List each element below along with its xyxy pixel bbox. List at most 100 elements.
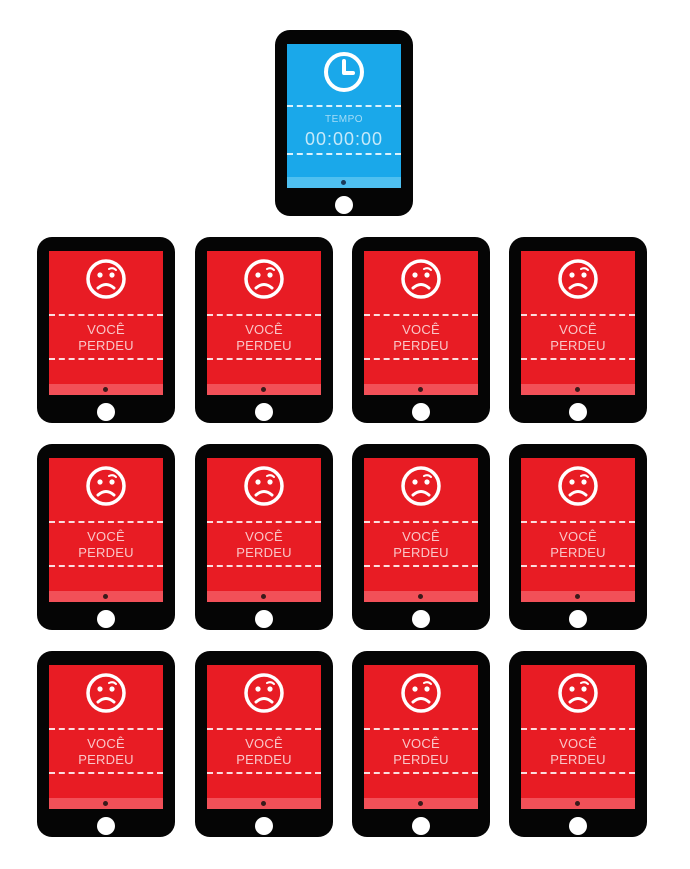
- sad-face-icon: [399, 257, 443, 301]
- sad-face-icon: [84, 257, 128, 301]
- lost-tablet: VOCÊ PERDEU: [37, 651, 175, 837]
- lost-tablet: VOCÊ PERDEU: [509, 651, 647, 837]
- home-button[interactable]: [255, 817, 273, 835]
- lost-tablet: VOCÊ PERDEU: [195, 444, 333, 630]
- divider: [49, 358, 163, 360]
- brand-logo: [102, 594, 108, 599]
- screen-footer: [49, 798, 163, 809]
- lost-screen: VOCÊ PERDEU: [207, 458, 321, 602]
- lost-line-1: VOCÊ: [245, 529, 283, 544]
- lost-line-2: PERDEU: [550, 545, 606, 560]
- brand-logo: [260, 801, 266, 806]
- sad-face-icon: [84, 671, 128, 715]
- home-button[interactable]: [97, 403, 115, 421]
- brand-logo: [102, 801, 108, 806]
- screen-footer: [364, 591, 478, 602]
- lost-tablet: VOCÊ PERDEU: [352, 444, 490, 630]
- lost-line-1: VOCÊ: [245, 322, 283, 337]
- sad-face-icon: [556, 257, 600, 301]
- home-button[interactable]: [335, 196, 353, 214]
- home-button[interactable]: [569, 817, 587, 835]
- lost-screen: VOCÊ PERDEU: [521, 458, 635, 602]
- divider: [287, 105, 401, 107]
- brand-logo: [417, 801, 423, 806]
- timer-value: 00:00:00: [304, 129, 384, 149]
- home-button[interactable]: [97, 610, 115, 628]
- home-button[interactable]: [412, 403, 430, 421]
- lost-tablet: VOCÊ PERDEU: [195, 651, 333, 837]
- lost-tablet: VOCÊ PERDEU: [352, 237, 490, 423]
- divider: [207, 358, 321, 360]
- divider: [49, 521, 163, 523]
- lost-line-1: VOCÊ: [87, 529, 125, 544]
- lost-tablet: VOCÊ PERDEU: [195, 237, 333, 423]
- lost-tablet: VOCÊ PERDEU: [37, 237, 175, 423]
- screen-footer: [207, 591, 321, 602]
- home-button[interactable]: [255, 610, 273, 628]
- home-button[interactable]: [255, 403, 273, 421]
- divider: [364, 521, 478, 523]
- divider: [521, 728, 635, 730]
- brand-logo: [574, 801, 580, 806]
- lost-line-2: PERDEU: [78, 545, 134, 560]
- lost-line-1: VOCÊ: [402, 529, 440, 544]
- screen-footer: [521, 591, 635, 602]
- sad-face-icon: [556, 671, 600, 715]
- lost-screen: VOCÊ PERDEU: [207, 251, 321, 395]
- screen-footer: [521, 798, 635, 809]
- divider: [207, 521, 321, 523]
- screen-footer: [207, 384, 321, 395]
- divider: [49, 728, 163, 730]
- lost-screen: VOCÊ PERDEU: [364, 458, 478, 602]
- divider: [49, 772, 163, 774]
- divider: [521, 772, 635, 774]
- lost-line-1: VOCÊ: [559, 322, 597, 337]
- lost-screen: VOCÊ PERDEU: [49, 665, 163, 809]
- divider: [521, 521, 635, 523]
- screen-footer: [364, 798, 478, 809]
- lost-screen: VOCÊ PERDEU: [49, 251, 163, 395]
- sad-face-icon: [556, 464, 600, 508]
- lost-line-1: VOCÊ: [87, 736, 125, 751]
- lost-screen: VOCÊ PERDEU: [207, 665, 321, 809]
- lost-line-1: VOCÊ: [87, 322, 125, 337]
- divider: [521, 314, 635, 316]
- brand-logo: [574, 594, 580, 599]
- divider: [364, 565, 478, 567]
- divider: [49, 314, 163, 316]
- lost-screen: VOCÊ PERDEU: [521, 665, 635, 809]
- lost-line-2: PERDEU: [550, 752, 606, 767]
- lost-line-1: VOCÊ: [402, 736, 440, 751]
- screen-footer: [49, 591, 163, 602]
- screen-footer: [49, 384, 163, 395]
- home-button[interactable]: [569, 610, 587, 628]
- divider: [207, 565, 321, 567]
- lost-line-1: VOCÊ: [245, 736, 283, 751]
- home-button[interactable]: [569, 403, 587, 421]
- lost-tablet: VOCÊ PERDEU: [352, 651, 490, 837]
- lost-line-2: PERDEU: [550, 338, 606, 353]
- lost-screen: VOCÊ PERDEU: [364, 251, 478, 395]
- lost-screen: VOCÊ PERDEU: [49, 458, 163, 602]
- lost-line-2: PERDEU: [78, 338, 134, 353]
- timer-screen: TEMPO 00:00:00: [287, 44, 401, 188]
- home-button[interactable]: [412, 817, 430, 835]
- home-button[interactable]: [412, 610, 430, 628]
- lost-line-2: PERDEU: [236, 545, 292, 560]
- divider: [521, 358, 635, 360]
- divider: [207, 728, 321, 730]
- timer-label: TEMPO: [324, 114, 364, 125]
- home-button[interactable]: [97, 817, 115, 835]
- lost-line-1: VOCÊ: [559, 736, 597, 751]
- brand-logo: [417, 594, 423, 599]
- sad-face-icon: [242, 464, 286, 508]
- divider: [364, 358, 478, 360]
- lost-tablet: VOCÊ PERDEU: [509, 444, 647, 630]
- lost-tablet: VOCÊ PERDEU: [37, 444, 175, 630]
- sad-face-icon: [242, 257, 286, 301]
- divider: [364, 772, 478, 774]
- screen-footer: [287, 177, 401, 188]
- screen-footer: [364, 384, 478, 395]
- divider: [49, 565, 163, 567]
- divider: [521, 565, 635, 567]
